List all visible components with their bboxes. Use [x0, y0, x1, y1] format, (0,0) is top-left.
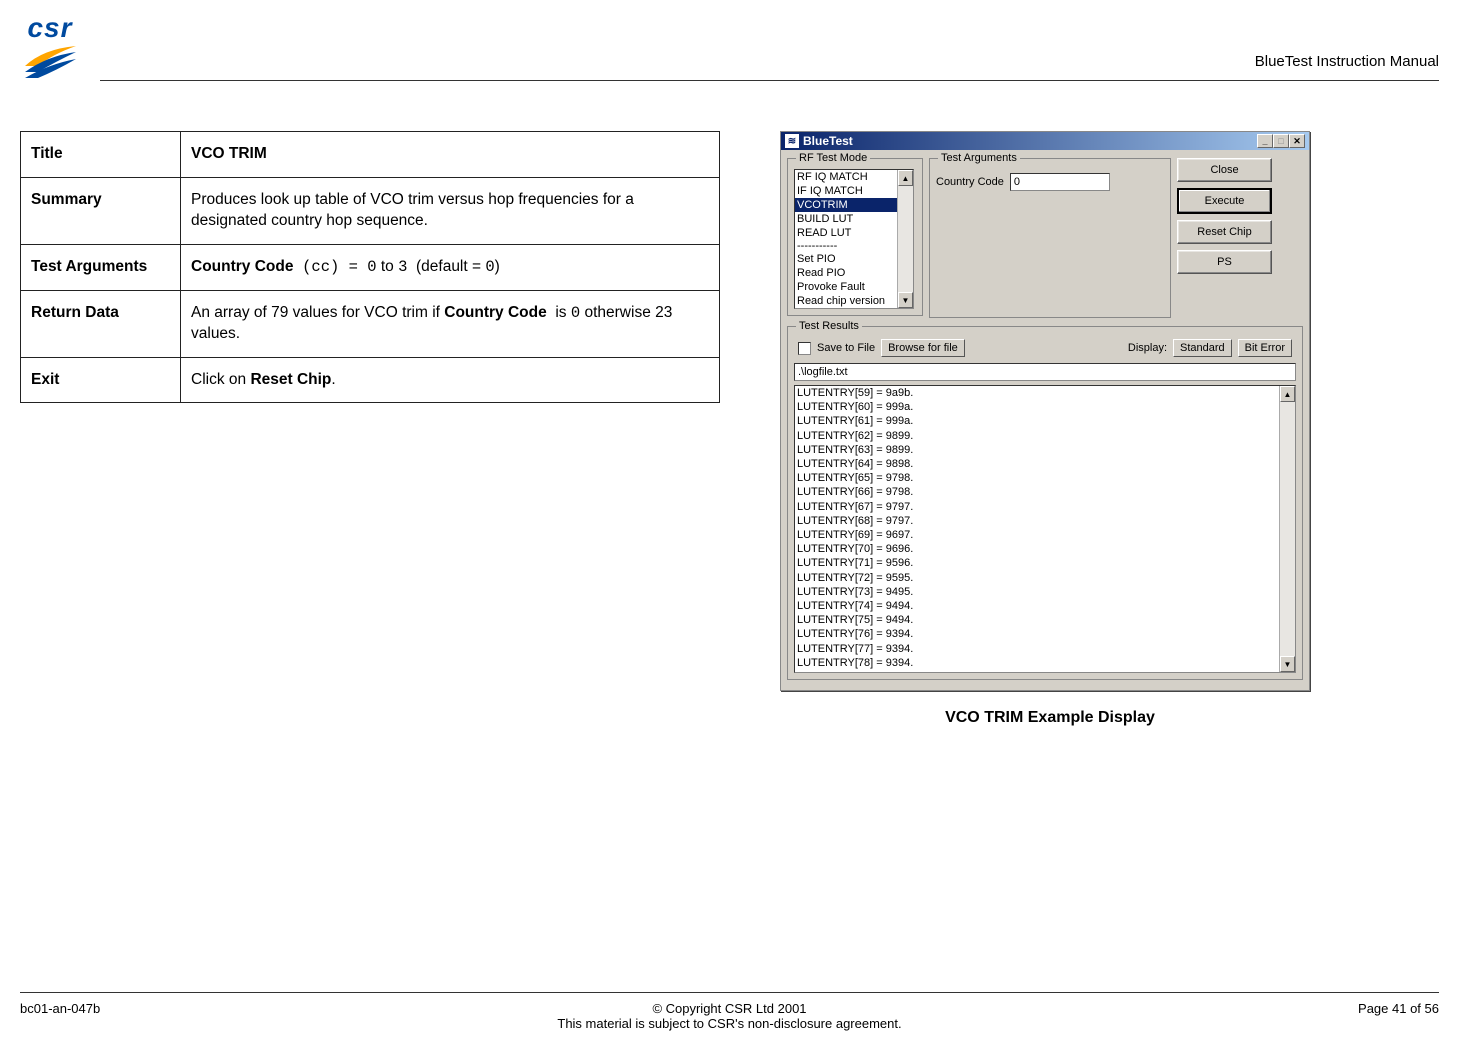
args-group-label: Test Arguments — [938, 152, 1020, 164]
reset-chip-button[interactable]: Reset Chip — [1177, 220, 1272, 244]
footer-docid: bc01-an-047b — [20, 1001, 220, 1031]
window-title: BlueTest — [803, 134, 853, 148]
result-line: LUTENTRY[71] = 9596. — [797, 556, 1293, 570]
result-line: LUTENTRY[64] = 9898. — [797, 457, 1293, 471]
result-line: LUTENTRY[78] = 9394. — [797, 656, 1293, 670]
results-listbox[interactable]: LUTENTRY[59] = 9a9b.LUTENTRY[60] = 999a.… — [794, 385, 1296, 673]
footer-page: Page 41 of 56 — [1239, 1001, 1439, 1031]
result-line: LUTENTRY[74] = 9494. — [797, 599, 1293, 613]
result-line: LUTENTRY[68] = 9797. — [797, 514, 1293, 528]
result-line: LUTENTRY[60] = 999a. — [797, 400, 1293, 414]
rf-test-mode-group: RF Test Mode RF IQ MATCHIF IQ MATCHVCOTR… — [787, 158, 923, 316]
result-line: LUTENTRY[62] = 9899. — [797, 429, 1293, 443]
row-label: Return Data — [21, 290, 181, 357]
logo-text: csr — [27, 12, 72, 44]
list-separator: ----------- — [795, 240, 913, 252]
result-line: LUTENTRY[66] = 9798. — [797, 485, 1293, 499]
list-item[interactable]: Set PIO — [795, 252, 913, 266]
save-to-file-checkbox[interactable] — [798, 342, 811, 355]
scroll-up-icon[interactable]: ▲ — [1280, 386, 1295, 402]
row-value: VCO TRIM — [181, 132, 720, 178]
list-item[interactable]: READ LUT — [795, 226, 913, 240]
result-line: LUTENTRY[63] = 9899. — [797, 443, 1293, 457]
table-row: TitleVCO TRIM — [21, 132, 720, 178]
listbox-scrollbar[interactable]: ▲ ▼ — [897, 170, 913, 308]
window-titlebar[interactable]: ≋ BlueTest _ □ ✕ — [781, 132, 1309, 150]
list-item[interactable]: VCOTRIM — [795, 198, 913, 212]
result-line: LUTENTRY[69] = 9697. — [797, 528, 1293, 542]
browse-button[interactable]: Browse for file — [881, 339, 965, 357]
scroll-up-icon[interactable]: ▲ — [898, 170, 913, 186]
logo-swoosh-icon — [23, 44, 78, 79]
row-value: Country Code (cc) = 0 to 3 (default = 0) — [181, 244, 720, 290]
rf-group-label: RF Test Mode — [796, 152, 870, 164]
list-item[interactable]: Read PIO — [795, 266, 913, 280]
footer-nda: This material is subject to CSR's non-di… — [220, 1016, 1239, 1031]
results-scrollbar[interactable]: ▲ ▼ — [1279, 386, 1295, 672]
test-results-group: Test Results Save to File Browse for fil… — [787, 326, 1303, 680]
close-button[interactable]: Close — [1177, 158, 1272, 182]
logo: csr — [10, 10, 90, 80]
definition-table: TitleVCO TRIMSummaryProduces look up tab… — [20, 131, 720, 403]
table-row: SummaryProduces look up table of VCO tri… — [21, 177, 720, 244]
row-label: Title — [21, 132, 181, 178]
logfile-input[interactable] — [794, 363, 1296, 381]
ps-button[interactable]: PS — [1177, 250, 1272, 274]
scroll-down-icon[interactable]: ▼ — [1280, 656, 1295, 672]
display-label: Display: — [1128, 342, 1167, 354]
list-item[interactable]: Read chip version — [795, 294, 913, 308]
result-line: LUTENTRY[67] = 9797. — [797, 500, 1293, 514]
footer-copyright: © Copyright CSR Ltd 2001 — [220, 1001, 1239, 1016]
table-row: Test ArgumentsCountry Code (cc) = 0 to 3… — [21, 244, 720, 290]
result-line: LUTENTRY[77] = 9394. — [797, 642, 1293, 656]
list-item[interactable]: BUILD LUT — [795, 212, 913, 226]
page-footer: bc01-an-047b © Copyright CSR Ltd 2001 Th… — [20, 992, 1439, 1031]
row-label: Test Arguments — [21, 244, 181, 290]
result-line: LUTENTRY[75] = 9494. — [797, 613, 1293, 627]
result-line: LUTENTRY[65] = 9798. — [797, 471, 1293, 485]
execute-button[interactable]: Execute — [1177, 188, 1272, 214]
test-arguments-group: Test Arguments Country Code — [929, 158, 1171, 318]
country-code-label: Country Code — [936, 176, 1004, 188]
result-line: LUTENTRY[73] = 9495. — [797, 585, 1293, 599]
result-line: LUTENTRY[70] = 9696. — [797, 542, 1293, 556]
display-biterror-button[interactable]: Bit Error — [1238, 339, 1292, 357]
document-title: BlueTest Instruction Manual — [1255, 53, 1439, 72]
list-item[interactable]: RF IQ MATCH — [795, 170, 913, 184]
bluetest-window: ≋ BlueTest _ □ ✕ RF Test Mode RF IQ MATC… — [780, 131, 1310, 691]
result-line: LUTENTRY[59] = 9a9b. — [797, 386, 1293, 400]
row-value: An array of 79 values for VCO trim if Co… — [181, 290, 720, 357]
list-item[interactable]: Provoke Fault — [795, 280, 913, 294]
row-value: Produces look up table of VCO trim versu… — [181, 177, 720, 244]
results-group-label: Test Results — [796, 320, 862, 332]
close-icon[interactable]: ✕ — [1289, 134, 1305, 148]
list-item[interactable]: IF IQ MATCH — [795, 184, 913, 198]
minimize-icon[interactable]: _ — [1257, 134, 1273, 148]
result-line: LUTENTRY[72] = 9595. — [797, 571, 1293, 585]
table-row: Return DataAn array of 79 values for VCO… — [21, 290, 720, 357]
scroll-down-icon[interactable]: ▼ — [898, 292, 913, 308]
display-standard-button[interactable]: Standard — [1173, 339, 1232, 357]
figure-caption: VCO TRIM Example Display — [780, 709, 1320, 727]
row-value: Click on Reset Chip. — [181, 357, 720, 403]
result-line: LUTENTRY[76] = 9394. — [797, 627, 1293, 641]
maximize-icon[interactable]: □ — [1273, 134, 1289, 148]
result-line: LUTENTRY[61] = 999a. — [797, 414, 1293, 428]
table-row: ExitClick on Reset Chip. — [21, 357, 720, 403]
country-code-input[interactable] — [1010, 173, 1110, 191]
row-label: Exit — [21, 357, 181, 403]
app-icon: ≋ — [785, 134, 799, 148]
save-to-file-label: Save to File — [817, 342, 875, 354]
row-label: Summary — [21, 177, 181, 244]
rf-mode-listbox[interactable]: RF IQ MATCHIF IQ MATCHVCOTRIMBUILD LUTRE… — [794, 169, 914, 309]
